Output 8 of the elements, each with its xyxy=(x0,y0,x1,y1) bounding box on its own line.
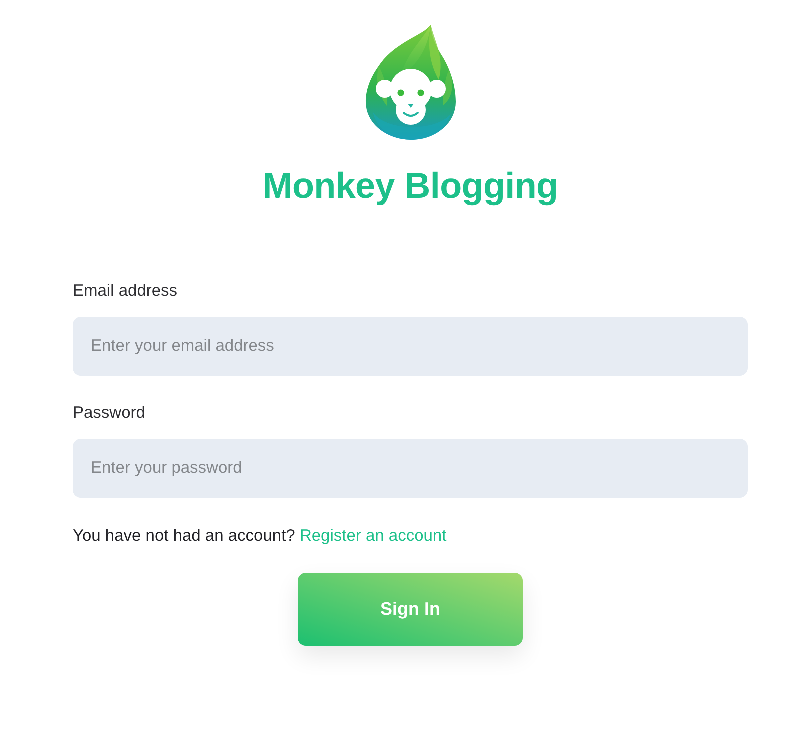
app-title: Monkey Blogging xyxy=(262,164,558,208)
field-label: Email address xyxy=(73,281,179,301)
input-field[interactable]: Enter your password xyxy=(73,439,748,498)
register-link[interactable]: Register an account xyxy=(300,527,447,545)
field-label: Password xyxy=(73,403,146,423)
register-prompt: You have not had an account? Register an account xyxy=(73,526,448,546)
input-field[interactable]: Enter your email address xyxy=(73,317,748,376)
sign-in-button[interactable]: Sign In xyxy=(298,573,523,646)
